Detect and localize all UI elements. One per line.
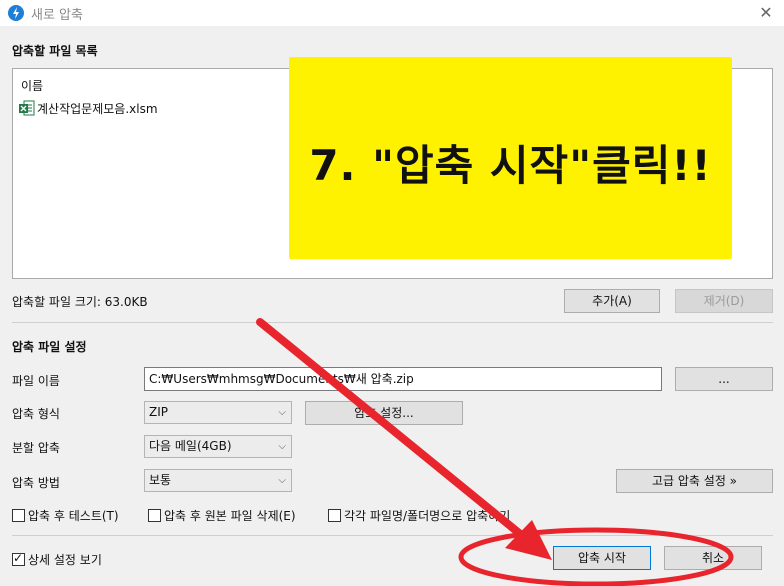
add-button[interactable]: 추가(A) (564, 289, 660, 313)
compress-each-option[interactable]: 각각 파일명/폴더명으로 압축하기 (328, 507, 510, 523)
password-settings-button[interactable]: 암호 설정... (305, 401, 463, 425)
callout-text: 7. "압축 시작"클릭!! (309, 141, 712, 190)
close-icon[interactable]: ✕ (756, 3, 776, 23)
split-selected-value: 다음 메일(4GB) (149, 439, 232, 453)
browse-button[interactable]: ... (675, 367, 773, 391)
show-details-checkbox[interactable] (12, 551, 25, 566)
method-label: 압축 방법 (12, 476, 60, 490)
annotation-arrow-head (505, 520, 552, 560)
compress-each-checkbox[interactable] (328, 508, 341, 522)
app-logo-icon (8, 5, 24, 21)
filename-input[interactable]: C:₩Users₩mhmsg₩Documents₩새 압축.zip (144, 367, 662, 391)
delete-original-checkbox[interactable] (148, 508, 161, 522)
split-select[interactable]: 다음 메일(4GB) ⌵ (144, 435, 292, 458)
bottom-divider (12, 535, 773, 536)
compress-each-label: 각각 파일명/폴더명으로 압축하기 (344, 508, 511, 523)
start-compress-button[interactable]: 압축 시작 (553, 546, 651, 570)
file-name: 계산작업문제모음.xlsm (37, 101, 158, 116)
show-details-label: 상세 설정 보기 (28, 552, 102, 567)
format-label: 압축 형식 (12, 407, 60, 421)
cancel-button[interactable]: 취소 (664, 546, 762, 570)
chevron-down-icon: ⌵ (278, 475, 286, 486)
window-title: 새로 압축 (31, 8, 83, 23)
test-after-option[interactable]: 압축 후 테스트(T) (12, 507, 119, 523)
split-label: 분할 압축 (12, 441, 60, 455)
settings-section-title: 압축 파일 설정 (12, 340, 87, 354)
format-selected-value: ZIP (149, 405, 168, 419)
show-details-option[interactable]: 상세 설정 보기 (12, 551, 102, 567)
instruction-callout: 7. "압축 시작"클릭!! (289, 57, 732, 259)
excel-file-icon (19, 100, 35, 116)
file-list-section-title: 압축할 파일 목록 (12, 44, 98, 58)
filename-label: 파일 이름 (12, 374, 60, 388)
advanced-settings-button[interactable]: 고급 압축 설정 » (616, 469, 773, 493)
method-selected-value: 보통 (149, 473, 172, 487)
list-item[interactable]: 계산작업문제모음.xlsm (19, 99, 158, 117)
test-after-checkbox[interactable] (12, 508, 25, 522)
total-size-label: 압축할 파일 크기: 63.0KB (12, 295, 148, 309)
format-select[interactable]: ZIP ⌵ (144, 401, 292, 424)
title-bar: 새로 압축 ✕ (0, 0, 784, 26)
delete-original-label: 압축 후 원본 파일 삭제(E) (164, 508, 296, 523)
section-divider (12, 322, 773, 323)
remove-button[interactable]: 제거(D) (675, 289, 773, 313)
test-after-label: 압축 후 테스트(T) (28, 508, 119, 523)
chevron-down-icon: ⌵ (278, 441, 286, 452)
delete-original-option[interactable]: 압축 후 원본 파일 삭제(E) (148, 507, 296, 523)
name-column-header[interactable]: 이름 (21, 77, 43, 94)
chevron-down-icon: ⌵ (278, 407, 286, 418)
method-select[interactable]: 보통 ⌵ (144, 469, 292, 492)
